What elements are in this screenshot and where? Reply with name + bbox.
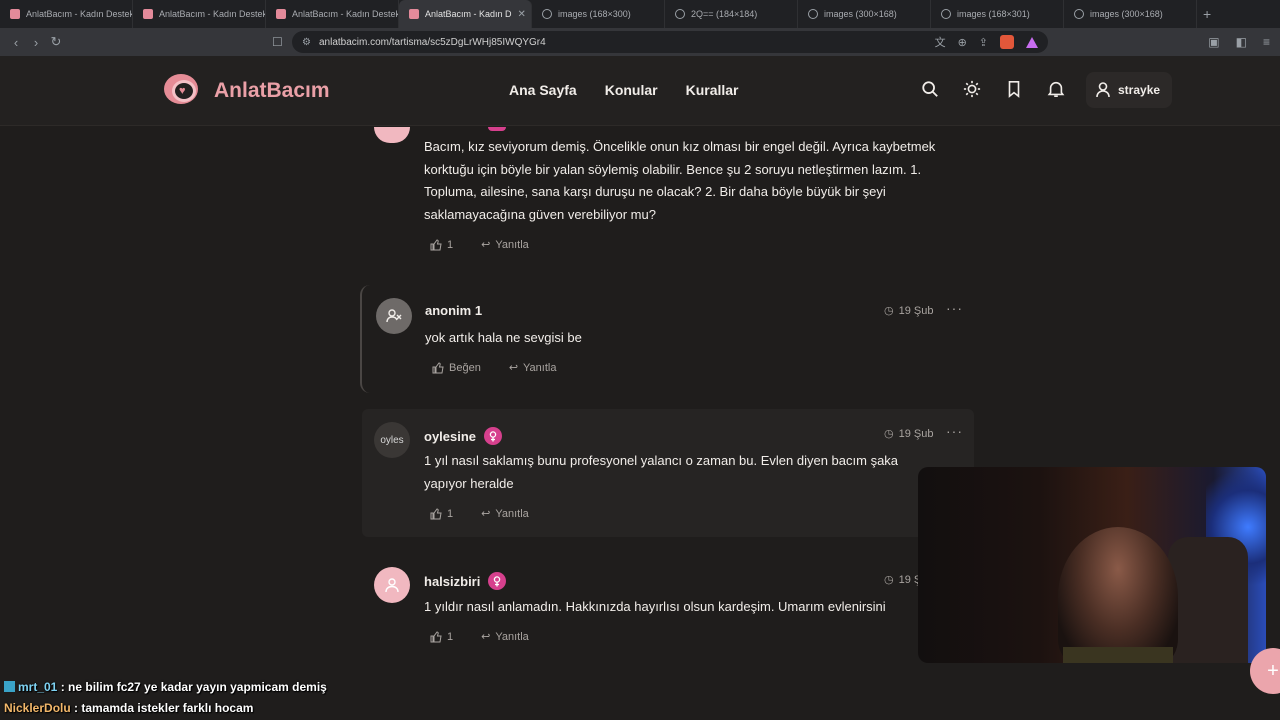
- user-icon: [385, 578, 399, 593]
- chat-badge-icon: [4, 681, 15, 692]
- browser-tab[interactable]: AnlatBacım - Kadın Destek: [266, 0, 399, 28]
- like-button[interactable]: 1: [430, 239, 453, 251]
- reply-arrow-icon: ↩: [481, 239, 491, 251]
- bookmark-icon[interactable]: [1005, 80, 1023, 98]
- browser-tab[interactable]: images (300×168): [798, 0, 931, 28]
- notification-bell-icon[interactable]: [1047, 80, 1065, 98]
- comment-date: ◷ 19 Şub: [884, 427, 934, 441]
- comment-author[interactable]: halsizbiri: [424, 572, 507, 590]
- browser-tab[interactable]: images (300×168): [1064, 0, 1197, 28]
- globe-icon: [941, 9, 951, 19]
- comment-text: yok artık hala ne sevgisi be: [425, 330, 582, 345]
- browser-tabbar: AnlatBacım - Kadın Destek AnlatBacım - K…: [0, 0, 1280, 28]
- comment-date: ◷ 19 Ş: [884, 573, 922, 587]
- theme-toggle-icon[interactable]: [963, 80, 981, 98]
- site-favicon-icon: [10, 9, 20, 19]
- site-favicon-icon: [409, 9, 419, 19]
- webcam-overlay: [918, 467, 1266, 663]
- avatar: [374, 567, 410, 603]
- like-count: 1: [447, 238, 454, 251]
- reply-arrow-icon: ↩: [481, 631, 491, 643]
- avatar-broken-image: oyles: [374, 422, 410, 458]
- like-button[interactable]: Beğen: [432, 362, 481, 374]
- share-icon[interactable]: ⇪: [979, 36, 988, 49]
- back-icon[interactable]: ‹: [6, 35, 26, 50]
- close-tab-icon[interactable]: ✕: [518, 9, 526, 20]
- female-badge-icon: [488, 127, 506, 131]
- female-badge-icon: [484, 427, 503, 445]
- bookmark-page-icon[interactable]: ☐: [272, 35, 283, 49]
- zoom-icon[interactable]: ⊕: [958, 36, 967, 49]
- more-options-icon[interactable]: ···: [946, 300, 963, 316]
- clock-icon: ◷: [884, 305, 894, 317]
- new-tab-button[interactable]: +: [1197, 6, 1211, 22]
- reply-button[interactable]: ↩ Yanıtla: [481, 507, 529, 521]
- like-count: 1: [447, 630, 454, 643]
- browser-tab-active[interactable]: AnlatBacım - Kadın D ✕: [399, 0, 532, 28]
- forward-icon[interactable]: ›: [26, 35, 46, 50]
- sidebar-icon[interactable]: ◧: [1236, 35, 1247, 49]
- chat-message: NicklerDolu : tamamda istekler farklı ho…: [4, 701, 254, 715]
- username-label: strayke: [1118, 83, 1161, 97]
- globe-icon: [675, 9, 685, 19]
- more-options-icon[interactable]: ···: [946, 423, 963, 439]
- site-favicon-icon: [276, 9, 286, 19]
- search-icon[interactable]: [921, 80, 939, 98]
- like-button[interactable]: 1: [430, 508, 453, 520]
- user-menu-button[interactable]: strayke: [1086, 72, 1172, 108]
- thumbs-up-icon: [430, 238, 442, 250]
- nav-home[interactable]: Ana Sayfa: [509, 82, 577, 98]
- anonymous-user-icon: [386, 309, 402, 323]
- reply-button[interactable]: ↩ Yanıtla: [481, 630, 529, 644]
- browser-tab[interactable]: AnlatBacım - Kadın Destek: [133, 0, 266, 28]
- comment-author[interactable]: oylesine: [424, 427, 503, 445]
- female-badge-icon: [488, 572, 507, 590]
- brave-rewards-icon[interactable]: [1026, 36, 1038, 48]
- site-header: ♥ AnlatBacım Ana Sayfa Konular Kurallar …: [0, 56, 1280, 126]
- reply-button[interactable]: ↩ Yanıtla: [508, 361, 557, 375]
- like-button[interactable]: 1: [430, 631, 453, 643]
- logo-text: AnlatBacım: [214, 79, 330, 102]
- url-text: anlatbacim.com/tartisma/sc5zDgLrWHj85IWQ…: [318, 36, 546, 48]
- menu-icon[interactable]: ≡: [1263, 35, 1270, 49]
- comment-author[interactable]: anonim 1: [425, 303, 482, 318]
- brave-shields-icon[interactable]: [1000, 35, 1014, 49]
- browser-toolbar: ‹ › ↻ ☐ ⚙ anlatbacim.com/tartisma/sc5zDg…: [0, 28, 1280, 56]
- wallet-icon[interactable]: ▣: [1208, 35, 1219, 49]
- reply-button[interactable]: ↩ Yanıtla: [481, 238, 529, 252]
- reply-arrow-icon: ↩: [508, 362, 519, 374]
- thumbs-up-icon: [430, 630, 442, 642]
- globe-icon: [1074, 9, 1084, 19]
- clock-icon: ◷: [884, 428, 894, 440]
- avatar: [374, 127, 410, 143]
- comment-text: Bacım, kız seviyorum demiş. Öncelikle on…: [424, 139, 936, 222]
- anonymous-avatar: [376, 298, 412, 334]
- globe-icon: [808, 9, 818, 19]
- site-favicon-icon: [143, 9, 153, 19]
- site-info-icon[interactable]: ⚙: [302, 37, 311, 48]
- globe-icon: [542, 9, 552, 19]
- browser-tab[interactable]: images (168×301): [931, 0, 1064, 28]
- site-logo[interactable]: ♥ AnlatBacım: [164, 72, 330, 110]
- clock-icon: ◷: [884, 574, 894, 586]
- comment-text: 1 yıl nasıl saklamış bunu profesyonel ya…: [424, 453, 899, 491]
- browser-tab[interactable]: 2Q== (184×184): [665, 0, 798, 28]
- main-nav: Ana Sayfa Konular Kurallar: [509, 82, 739, 98]
- thumbs-up-icon: [432, 361, 444, 373]
- like-count: 1: [447, 507, 454, 520]
- user-icon: [1096, 82, 1110, 98]
- chat-message: mrt_01 : ne bilim fc27 ye kadar yayın ya…: [4, 680, 327, 694]
- thumbs-up-icon: [430, 507, 442, 519]
- browser-tab[interactable]: AnlatBacım - Kadın Destek: [0, 0, 133, 28]
- reply-arrow-icon: ↩: [481, 508, 491, 520]
- translate-icon[interactable]: 文: [935, 34, 946, 50]
- nav-rules[interactable]: Kurallar: [686, 82, 739, 98]
- browser-tab[interactable]: images (168×300): [532, 0, 665, 28]
- comment-date: ◷ 19 Şub: [884, 304, 934, 318]
- nav-topics[interactable]: Konular: [605, 82, 658, 98]
- address-bar[interactable]: ⚙ anlatbacim.com/tartisma/sc5zDgLrWHj85I…: [292, 31, 1048, 53]
- logo-bubble-icon: ♥: [164, 72, 204, 110]
- comment-text: 1 yıldır nasıl anlamadın. Hakkınızda hay…: [424, 599, 886, 614]
- reload-icon[interactable]: ↻: [46, 34, 66, 50]
